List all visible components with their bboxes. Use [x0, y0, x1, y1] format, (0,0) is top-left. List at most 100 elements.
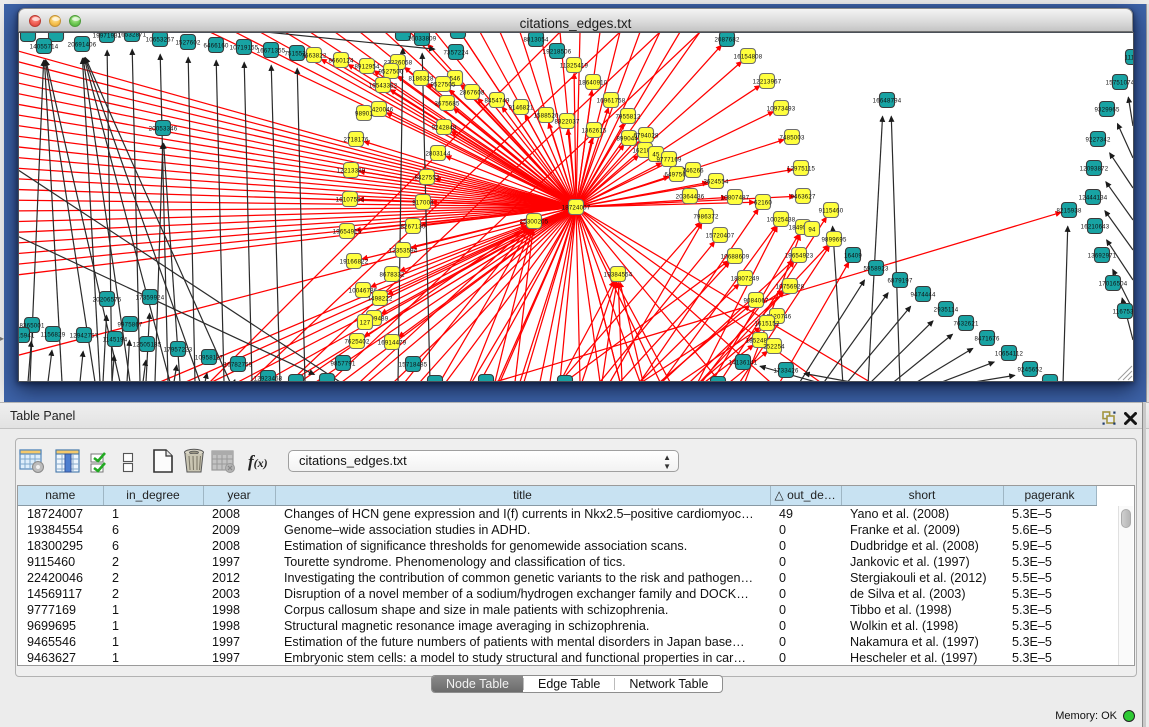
svg-text:13692971: 13692971	[1088, 252, 1117, 259]
svg-text:8267130: 8267130	[400, 223, 426, 230]
svg-text:7955812: 7955812	[615, 113, 641, 120]
svg-text:16914479: 16914479	[378, 339, 407, 346]
svg-text:1733426: 1733426	[773, 367, 799, 374]
svg-text:127: 127	[360, 319, 371, 326]
svg-text:7357224: 7357224	[443, 49, 469, 56]
svg-text:8678332: 8678332	[379, 271, 405, 278]
svg-text:17957223: 17957223	[164, 346, 193, 353]
svg-text:12213389: 12213389	[337, 167, 366, 174]
svg-text:19166822: 19166822	[340, 258, 369, 265]
svg-text:10654112: 10654112	[995, 350, 1024, 357]
svg-text:8813054: 8813054	[523, 36, 549, 43]
svg-text:9975867: 9975867	[117, 321, 143, 328]
svg-text:3915941: 3915941	[18, 332, 35, 339]
svg-text:8660124: 8660124	[328, 57, 354, 64]
svg-text:7986372: 7986372	[693, 213, 719, 220]
svg-text:18640910: 18640910	[579, 79, 608, 86]
svg-text:9899695: 9899695	[821, 236, 847, 243]
svg-text:20053346: 20053346	[149, 125, 178, 132]
svg-text:9227342: 9227342	[1085, 136, 1111, 143]
svg-text:11172: 11172	[1124, 54, 1134, 61]
svg-text:9115460: 9115460	[819, 207, 844, 214]
svg-text:16210643: 16210643	[1081, 223, 1110, 230]
svg-text:2087682: 2087682	[714, 36, 740, 43]
svg-text:8215938: 8215938	[1056, 207, 1082, 214]
svg-text:19654915: 19654915	[333, 228, 362, 235]
svg-text:7625402: 7625402	[344, 338, 370, 345]
svg-text:20206576: 20206576	[93, 296, 122, 303]
svg-text:917004: 917004	[412, 199, 434, 206]
svg-text:3624554: 3624554	[703, 178, 729, 185]
svg-text:2718176: 2718176	[343, 136, 369, 143]
svg-text:19654923: 19654923	[785, 252, 814, 259]
svg-text:5958923: 5958923	[863, 265, 889, 272]
svg-text:6879197: 6879197	[887, 277, 913, 284]
svg-text:2867608: 2867608	[459, 89, 485, 96]
svg-text:7485003: 7485003	[779, 134, 805, 141]
svg-text:9146821: 9146821	[508, 104, 534, 111]
svg-text:10756928: 10756928	[776, 283, 805, 290]
svg-text:9245652: 9245652	[1017, 366, 1043, 373]
svg-text:12942757: 12942757	[70, 332, 99, 339]
svg-text:10807487: 10807487	[721, 194, 750, 201]
svg-text:8454749: 8454749	[484, 97, 510, 104]
svg-text:16154808: 16154808	[734, 53, 763, 60]
svg-text:18724007: 18724007	[562, 204, 591, 211]
svg-text:2935114: 2935114	[934, 306, 959, 313]
svg-text:9527505: 9527505	[430, 81, 456, 88]
svg-text:1156829: 1156829	[41, 331, 66, 338]
svg-text:12093872: 12093872	[1080, 165, 1109, 172]
svg-text:8322037: 8322037	[554, 118, 580, 125]
svg-text:12213967: 12213967	[753, 78, 782, 85]
svg-text:1145194: 1145194	[103, 336, 128, 343]
svg-text:2803144: 2803144	[425, 150, 451, 157]
svg-text:16961758: 16961758	[597, 97, 626, 104]
svg-text:9242848: 9242848	[431, 124, 457, 131]
svg-text:16543362: 16543362	[369, 82, 398, 89]
svg-text:20364436: 20364436	[676, 193, 705, 200]
svg-text:9474444: 9474444	[910, 291, 936, 298]
svg-text:7663822: 7663822	[301, 52, 327, 59]
svg-text:1615152: 1615152	[754, 320, 780, 327]
svg-text:12923468: 12923468	[254, 375, 283, 382]
svg-text:9463627: 9463627	[790, 193, 816, 200]
svg-text:9527500: 9527500	[378, 68, 404, 75]
svg-text:1362615: 1362615	[581, 127, 607, 134]
svg-text:15720407: 15720407	[706, 232, 735, 239]
svg-text:94: 94	[808, 226, 816, 233]
svg-text:746266: 746266	[682, 167, 704, 174]
svg-text:9857791: 9857791	[330, 360, 356, 367]
svg-text:10688609: 10688609	[721, 253, 750, 260]
svg-text:12444134: 12444134	[1079, 194, 1108, 201]
svg-text:10719155: 10719155	[230, 44, 259, 51]
svg-text:16409: 16409	[844, 252, 862, 259]
svg-text:9084067: 9084067	[743, 297, 769, 304]
svg-text:1498222: 1498222	[367, 295, 393, 302]
svg-text:14055714: 14055714	[30, 43, 59, 50]
svg-text:17359924: 17359924	[136, 294, 165, 301]
svg-text:19218506: 19218506	[543, 48, 572, 55]
svg-text:8912954: 8912954	[354, 63, 380, 70]
svg-text:10025438: 10025438	[767, 216, 796, 223]
svg-text:14136141: 14136141	[729, 359, 758, 366]
svg-text:8471676: 8471676	[974, 335, 1000, 342]
svg-text:8427552: 8427552	[414, 174, 440, 181]
svg-text:7632621: 7632621	[953, 320, 979, 327]
svg-text:9329965: 9329965	[1094, 106, 1120, 113]
svg-text:3675685: 3675685	[434, 100, 460, 107]
svg-text:25300205: 25300205	[520, 218, 549, 225]
svg-text:16107554: 16107554	[336, 196, 365, 203]
svg-text:20691406: 20691406	[68, 41, 97, 48]
svg-text:18807249: 18807249	[731, 275, 760, 282]
svg-text:16033809: 16033809	[408, 35, 437, 42]
svg-text:62160: 62160	[754, 199, 772, 206]
svg-text:10973493: 10973493	[767, 105, 796, 112]
svg-text:9777169: 9777169	[656, 156, 682, 163]
svg-text:10958117: 10958117	[195, 354, 224, 361]
svg-text:1527602: 1527602	[175, 39, 201, 46]
svg-text:15751074: 15751074	[1106, 79, 1134, 86]
svg-text:16671355: 16671355	[257, 47, 286, 54]
svg-text:11325419: 11325419	[560, 62, 589, 69]
svg-text:12975115: 12975115	[787, 165, 816, 172]
svg-text:6794028: 6794028	[633, 132, 659, 139]
